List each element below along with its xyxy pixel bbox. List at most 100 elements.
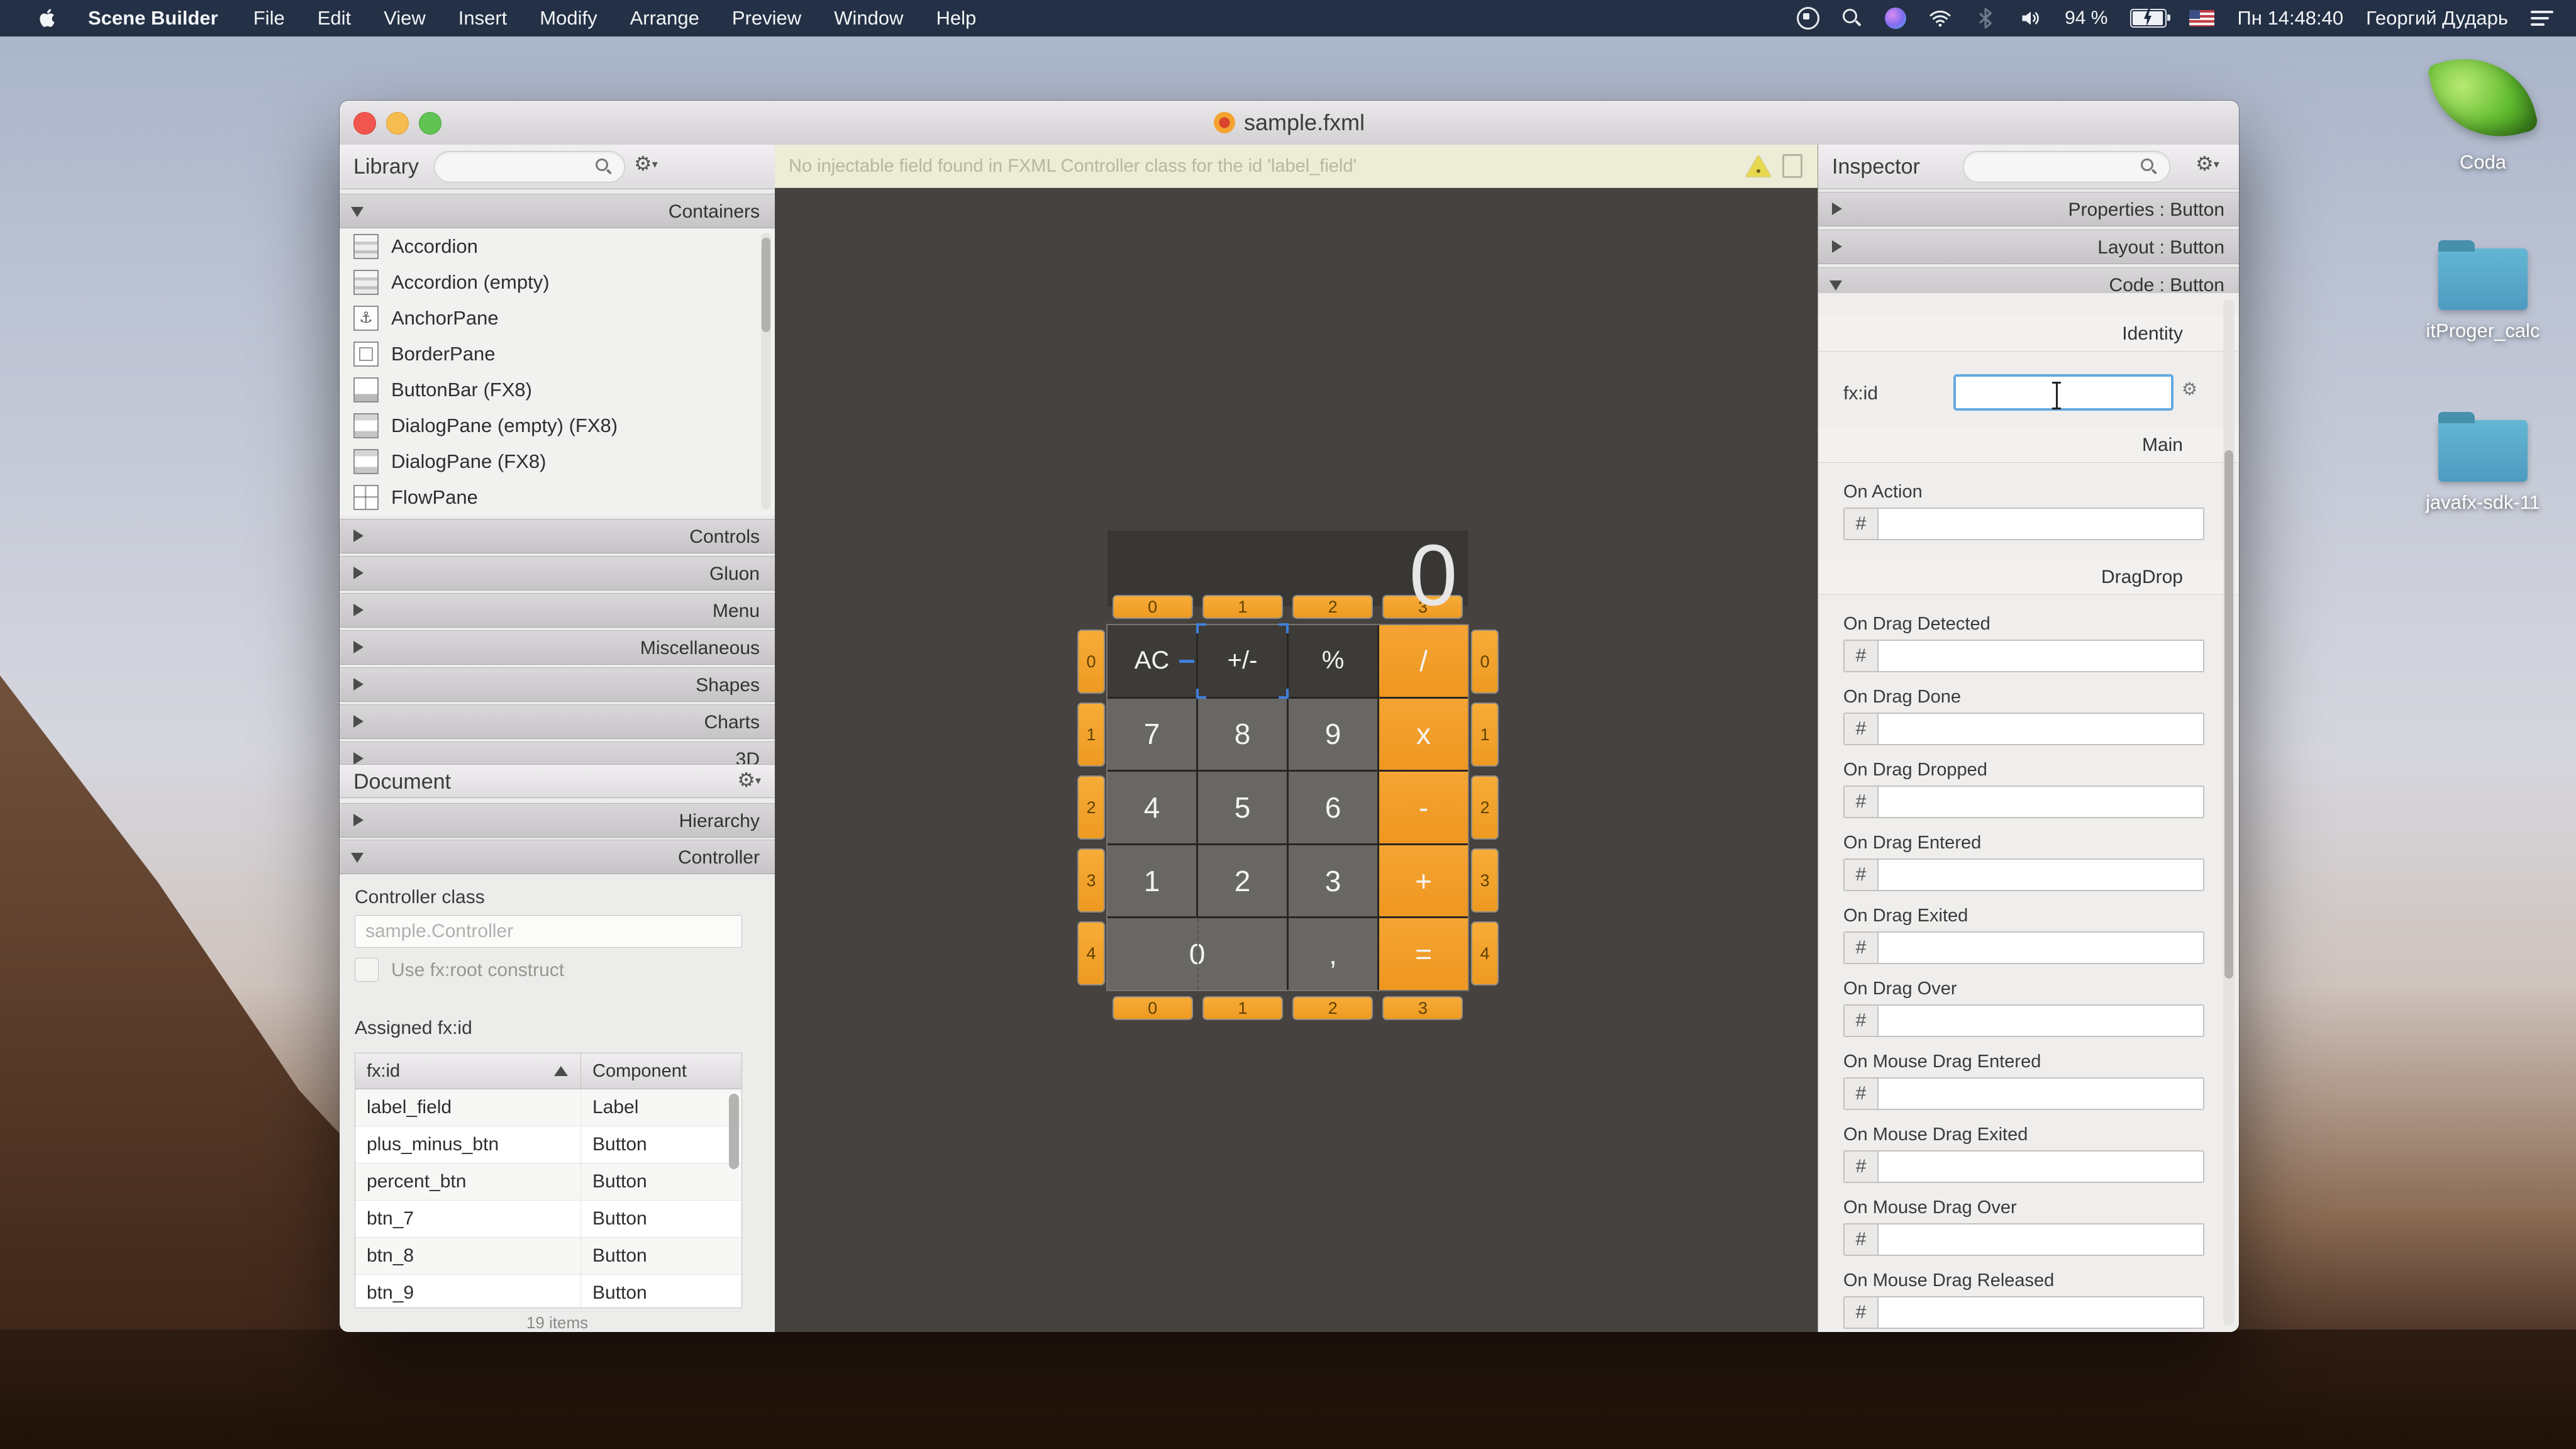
menu-item-edit[interactable]: Edit	[318, 7, 351, 30]
library-item-dialogpane-empty-fx8[interactable]: DialogPane (empty) (FX8)	[340, 408, 775, 443]
grid-row-header-1[interactable]: 1	[1471, 702, 1499, 767]
scrollbar-thumb[interactable]	[2224, 450, 2233, 979]
menu-app-name[interactable]: Scene Builder	[88, 7, 218, 30]
calc-button-1[interactable]: 1	[1108, 845, 1196, 917]
calc-button-5[interactable]: 5	[1198, 772, 1287, 843]
inspector-scrollbar[interactable]	[2223, 299, 2235, 1326]
library-section-shapes[interactable]: Shapes	[340, 667, 775, 702]
close-button[interactable]	[353, 112, 376, 135]
window-titlebar[interactable]: sample.fxml	[340, 101, 2239, 145]
screen-recording-icon[interactable]	[1797, 7, 1820, 30]
library-item-flowpane[interactable]: FlowPane	[340, 479, 775, 515]
grid-row-header-0[interactable]: 0	[1471, 630, 1499, 694]
menu-item-file[interactable]: File	[253, 7, 285, 30]
controller-class-input[interactable]	[355, 915, 742, 948]
calc-button-comma[interactable]: +	[1379, 845, 1468, 917]
calc-button-comma[interactable]: +/-	[1179, 623, 1289, 699]
inspector-section-layout[interactable]: Layout : Button	[1818, 230, 2239, 264]
library-scrollbar[interactable]	[761, 233, 771, 509]
menu-item-arrange[interactable]: Arrange	[630, 7, 699, 30]
table-row-percent-btn[interactable]: percent_btn Button	[355, 1163, 741, 1201]
grid-column-header-3[interactable]: 3	[1382, 996, 1463, 1020]
calc-button-comma[interactable]: =	[1379, 918, 1468, 990]
grid-column-header-1[interactable]: 1	[1202, 996, 1283, 1020]
library-section-charts[interactable]: Charts	[340, 704, 775, 739]
inspector-gear-icon[interactable]: ⚙▾	[2196, 153, 2219, 174]
fxid-input[interactable]	[1953, 374, 2174, 411]
content-canvas[interactable]: No injectable field found in FXML Contro…	[775, 145, 1818, 1332]
table-scrollbar-thumb[interactable]	[729, 1094, 739, 1169]
grid-row-header-4[interactable]: 4	[1471, 921, 1499, 985]
menu-item-insert[interactable]: Insert	[458, 7, 508, 30]
inspector-section-properties[interactable]: Properties : Button	[1818, 192, 2239, 226]
on-action-input[interactable]	[1879, 509, 2203, 539]
library-section-menu[interactable]: Menu	[340, 593, 775, 628]
desktop-icon-javafx-sdk[interactable]: javafx-sdk-11	[2414, 412, 2552, 514]
fxid-gear-icon[interactable]: ⚙	[2182, 380, 2197, 398]
zoom-button[interactable]	[419, 112, 441, 135]
grid-row-header-2[interactable]: 2	[1471, 775, 1499, 840]
library-item-anchorpane[interactable]: ⚓ AnchorPane	[340, 300, 775, 336]
library-section-miscellaneous[interactable]: Miscellaneous	[340, 630, 775, 665]
grid-row-header-1[interactable]: 1	[1077, 702, 1105, 767]
grid-row-header-0[interactable]: 0	[1077, 630, 1105, 694]
grid-row-header-3[interactable]: 3	[1077, 848, 1105, 913]
grid-column-header-2[interactable]: 2	[1292, 595, 1374, 619]
grid-column-header-1[interactable]: 1	[1202, 595, 1283, 619]
calc-button-8[interactable]: 8	[1198, 698, 1287, 770]
document-section-controller[interactable]: Controller	[340, 840, 775, 874]
library-item-buttonbar-fx8[interactable]: ButtonBar (FX8)	[340, 372, 775, 408]
notification-center-icon[interactable]	[2531, 11, 2553, 26]
calc-button-3[interactable]: 3	[1289, 845, 1377, 917]
document-section-hierarchy[interactable]: Hierarchy	[340, 803, 775, 838]
desktop-icon-itproger-calc[interactable]: itProger_calc	[2414, 240, 2552, 342]
table-row-label-field[interactable]: label_field Label	[355, 1089, 741, 1126]
warning-icon[interactable]	[1746, 155, 1771, 177]
volume-icon[interactable]	[2019, 7, 2042, 30]
library-item-accordion[interactable]: Accordion	[340, 228, 775, 264]
library-section-controls[interactable]: Controls	[340, 519, 775, 553]
calculator-gridpane[interactable]: 0 0123 0123 01234 01234 AC +/-%/7 8 9 x 4 5 6-1…	[1077, 531, 1499, 1034]
apple-menu-icon[interactable]	[36, 7, 59, 30]
input-language-flag-icon[interactable]	[2189, 10, 2215, 26]
report-icon[interactable]	[1782, 154, 1802, 178]
calc-button-9[interactable]: 9	[1289, 698, 1377, 770]
menu-item-modify[interactable]: Modify	[540, 7, 597, 30]
on-drag-entered-input[interactable]	[1879, 860, 2203, 890]
on-drag-detected-input[interactable]	[1879, 641, 2203, 671]
menu-item-preview[interactable]: Preview	[732, 7, 801, 30]
library-section-containers[interactable]: Containers	[340, 194, 775, 228]
grid-column-header-0[interactable]: 0	[1112, 595, 1193, 619]
library-item-accordion-empty[interactable]: Accordion (empty)	[340, 264, 775, 300]
minimize-button[interactable]	[386, 112, 409, 135]
bluetooth-icon[interactable]	[1974, 7, 1997, 30]
calc-button-comma[interactable]: -	[1379, 772, 1468, 843]
wifi-icon[interactable]	[1929, 7, 1951, 30]
grid-row-header-2[interactable]: 2	[1077, 775, 1105, 840]
table-row-btn-8[interactable]: btn_8 Button	[355, 1238, 741, 1275]
column-header-fxid[interactable]: fx:id	[355, 1053, 581, 1089]
calc-button-comma[interactable]: %	[1289, 625, 1377, 697]
grid-column-header-2[interactable]: 2	[1292, 996, 1374, 1020]
table-row-btn-9[interactable]: btn_9 Button	[355, 1275, 741, 1312]
menu-item-window[interactable]: Window	[834, 7, 903, 30]
library-item-dialogpane-fx8[interactable]: DialogPane (FX8)	[340, 443, 775, 479]
on-drag-dropped-input[interactable]	[1879, 787, 2203, 817]
grid-column-header-0[interactable]: 0	[1112, 996, 1193, 1020]
column-header-component[interactable]: Component	[581, 1053, 741, 1089]
calc-button-comma[interactable]: ,	[1289, 918, 1377, 990]
on-mouse-drag-entered-input[interactable]	[1879, 1079, 2203, 1109]
desktop-icon-coda[interactable]: Coda	[2414, 43, 2552, 174]
siri-icon[interactable]	[1885, 8, 1907, 29]
grid-row-header-3[interactable]: 3	[1471, 848, 1499, 913]
inspector-search-input[interactable]	[1963, 151, 2170, 182]
on-mouse-drag-exited-input[interactable]	[1879, 1152, 2203, 1182]
menu-item-help[interactable]: Help	[936, 7, 976, 30]
calc-button-comma[interactable]: /	[1379, 625, 1468, 697]
on-mouse-drag-over-input[interactable]	[1879, 1224, 2203, 1255]
menu-clock[interactable]: Пн 14:48:40	[2237, 7, 2343, 30]
library-gear-icon[interactable]: ⚙▾	[634, 153, 658, 174]
calc-button-x[interactable]: x	[1379, 698, 1468, 770]
table-row-btn-7[interactable]: btn_7 Button	[355, 1201, 741, 1238]
on-mouse-drag-released-input[interactable]	[1879, 1297, 2203, 1328]
